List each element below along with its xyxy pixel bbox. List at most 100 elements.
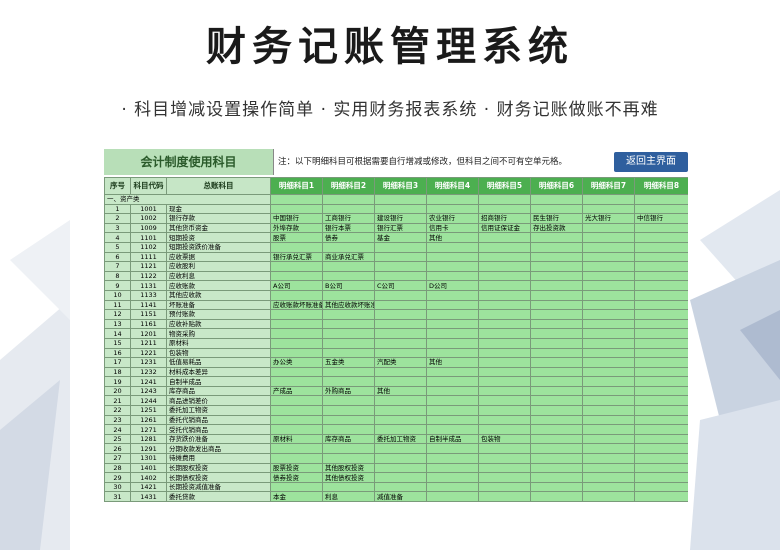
account-name-cell[interactable]: 短期投资 bbox=[166, 232, 271, 243]
account-name-cell[interactable]: 委托代销商品 bbox=[166, 414, 271, 426]
detail-account-cell[interactable] bbox=[426, 481, 479, 493]
table-cell[interactable] bbox=[322, 194, 375, 205]
detail-account-cell[interactable] bbox=[530, 414, 583, 426]
detail-account-cell[interactable] bbox=[530, 261, 583, 272]
detail-account-cell[interactable] bbox=[426, 405, 479, 416]
row-seq-cell[interactable]: 29 bbox=[104, 472, 131, 483]
detail-account-cell[interactable] bbox=[530, 318, 583, 330]
detail-account-cell[interactable] bbox=[322, 289, 375, 301]
detail-account-cell[interactable]: 汽配类 bbox=[374, 357, 427, 368]
detail-account-cell[interactable] bbox=[530, 443, 583, 455]
detail-account-cell[interactable] bbox=[270, 347, 323, 359]
account-name-cell[interactable]: 长期投资减值准备 bbox=[166, 481, 271, 493]
detail-account-cell[interactable] bbox=[478, 395, 531, 407]
detail-account-cell[interactable] bbox=[530, 424, 583, 435]
account-name-cell[interactable]: 商品进销差价 bbox=[166, 395, 271, 407]
account-code-cell[interactable]: 1261 bbox=[130, 414, 167, 426]
account-name-cell[interactable]: 分期收款发出商品 bbox=[166, 443, 271, 455]
detail-account-cell[interactable] bbox=[270, 481, 323, 493]
detail-account-cell[interactable] bbox=[530, 366, 583, 378]
detail-account-cell[interactable] bbox=[530, 357, 583, 368]
detail-account-cell[interactable] bbox=[582, 299, 635, 311]
account-name-cell[interactable]: 短期投资跌价准备 bbox=[166, 241, 271, 253]
detail-account-cell[interactable] bbox=[582, 289, 635, 301]
detail-account-cell[interactable] bbox=[426, 328, 479, 339]
account-name-cell[interactable]: 待摊费用 bbox=[166, 453, 271, 464]
detail-account-cell[interactable] bbox=[478, 203, 531, 215]
detail-account-cell[interactable] bbox=[426, 366, 479, 378]
detail-account-cell[interactable] bbox=[322, 337, 375, 349]
account-code-cell[interactable]: 1001 bbox=[130, 203, 167, 215]
detail-account-cell[interactable] bbox=[530, 472, 583, 483]
detail-account-cell[interactable] bbox=[634, 453, 688, 464]
detail-account-cell[interactable] bbox=[478, 481, 531, 493]
table-cell[interactable] bbox=[582, 194, 635, 205]
row-seq-cell[interactable]: 3 bbox=[104, 222, 131, 234]
account-name-cell[interactable]: 应收股利 bbox=[166, 261, 271, 272]
account-code-cell[interactable]: 1401 bbox=[130, 462, 167, 474]
account-name-cell[interactable]: 材料成本差异 bbox=[166, 366, 271, 378]
detail-account-cell[interactable] bbox=[478, 347, 531, 359]
detail-account-cell[interactable] bbox=[582, 395, 635, 407]
detail-account-cell[interactable] bbox=[634, 270, 688, 282]
detail-account-cell[interactable] bbox=[374, 376, 427, 387]
detail-account-cell[interactable] bbox=[530, 203, 583, 215]
detail-account-cell[interactable] bbox=[426, 241, 479, 253]
section-label[interactable]: 一、资产类 bbox=[104, 194, 271, 205]
detail-account-cell[interactable] bbox=[634, 328, 688, 339]
detail-account-cell[interactable] bbox=[582, 405, 635, 416]
table-cell[interactable] bbox=[374, 194, 427, 205]
detail-account-cell[interactable]: 外埠存款 bbox=[270, 222, 323, 234]
detail-account-cell[interactable] bbox=[634, 299, 688, 311]
detail-account-cell[interactable] bbox=[374, 251, 427, 263]
detail-account-cell[interactable] bbox=[634, 222, 688, 234]
account-code-cell[interactable]: 1141 bbox=[130, 299, 167, 311]
detail-account-cell[interactable] bbox=[582, 337, 635, 349]
account-code-cell[interactable]: 1101 bbox=[130, 232, 167, 243]
detail-account-cell[interactable] bbox=[322, 318, 375, 330]
account-code-cell[interactable]: 1301 bbox=[130, 453, 167, 464]
detail-account-cell[interactable] bbox=[582, 472, 635, 483]
detail-account-cell[interactable] bbox=[478, 376, 531, 387]
row-seq-cell[interactable]: 9 bbox=[104, 280, 131, 291]
detail-account-cell[interactable] bbox=[374, 289, 427, 301]
account-code-cell[interactable]: 1251 bbox=[130, 405, 167, 416]
account-code-cell[interactable]: 1211 bbox=[130, 337, 167, 349]
detail-account-cell[interactable] bbox=[322, 328, 375, 339]
detail-account-cell[interactable]: 原材料 bbox=[270, 433, 323, 445]
detail-account-cell[interactable] bbox=[478, 472, 531, 483]
detail-account-cell[interactable]: B公司 bbox=[322, 280, 375, 291]
detail-account-cell[interactable] bbox=[426, 289, 479, 301]
detail-account-cell[interactable] bbox=[634, 385, 688, 397]
row-seq-cell[interactable]: 8 bbox=[104, 270, 131, 282]
detail-account-cell[interactable] bbox=[530, 328, 583, 339]
detail-account-cell[interactable] bbox=[426, 261, 479, 272]
row-seq-cell[interactable]: 13 bbox=[104, 318, 131, 330]
detail-account-cell[interactable] bbox=[478, 318, 531, 330]
row-seq-cell[interactable]: 24 bbox=[104, 424, 131, 435]
detail-account-cell[interactable] bbox=[374, 261, 427, 272]
detail-account-cell[interactable] bbox=[374, 366, 427, 378]
detail-account-cell[interactable]: 银行承兑汇票 bbox=[270, 251, 323, 263]
detail-account-cell[interactable]: 产成品 bbox=[270, 385, 323, 397]
account-name-cell[interactable]: 现金 bbox=[166, 203, 271, 215]
detail-account-cell[interactable] bbox=[426, 270, 479, 282]
detail-account-cell[interactable] bbox=[270, 424, 323, 435]
account-name-cell[interactable]: 应收票据 bbox=[166, 251, 271, 263]
row-seq-cell[interactable]: 1 bbox=[104, 203, 131, 215]
account-name-cell[interactable]: 预付账款 bbox=[166, 309, 271, 320]
detail-account-cell[interactable]: 本金 bbox=[270, 491, 323, 502]
account-name-cell[interactable]: 包装物 bbox=[166, 347, 271, 359]
detail-account-cell[interactable]: 光大银行 bbox=[582, 213, 635, 224]
detail-account-cell[interactable] bbox=[530, 347, 583, 359]
detail-account-cell[interactable] bbox=[634, 232, 688, 243]
detail-account-cell[interactable]: 外购商品 bbox=[322, 385, 375, 397]
detail-account-cell[interactable] bbox=[530, 453, 583, 464]
detail-account-cell[interactable] bbox=[634, 481, 688, 493]
detail-account-cell[interactable] bbox=[530, 405, 583, 416]
row-seq-cell[interactable]: 18 bbox=[104, 366, 131, 378]
detail-account-cell[interactable] bbox=[426, 491, 479, 502]
row-seq-cell[interactable]: 4 bbox=[104, 232, 131, 243]
detail-account-cell[interactable] bbox=[478, 453, 531, 464]
detail-account-cell[interactable]: 减值准备 bbox=[374, 491, 427, 502]
